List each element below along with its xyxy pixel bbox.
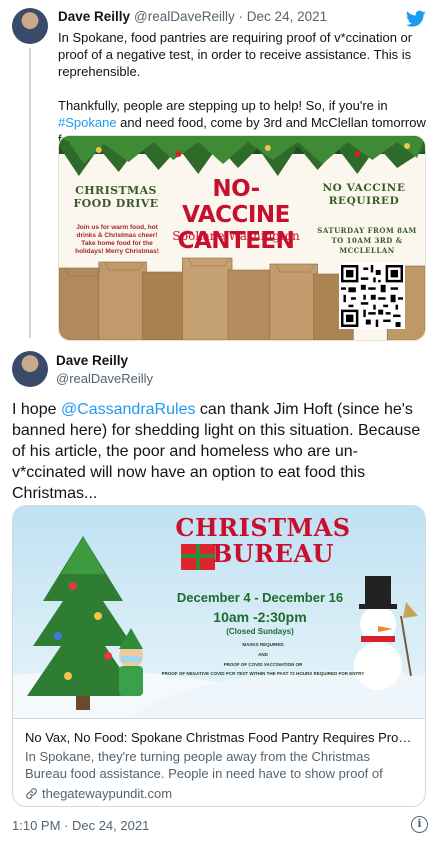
link-preview-card[interactable]: CHRISTMAS BUREAU December 4 - December 1… xyxy=(12,505,426,807)
card-image-closed: (Closed Sundays) xyxy=(226,627,294,636)
card-description: In Spokane, they're turning people away … xyxy=(25,749,383,781)
flyer-city: Spokane Washington xyxy=(172,229,300,243)
card-image-and: AND xyxy=(258,652,268,657)
tweet-text: I hope @CassandraRules can thank Jim Hof… xyxy=(12,401,421,502)
quoted-tweet[interactable]: Dave Reilly @realDaveReilly · Dec 24, 202… xyxy=(0,0,438,345)
card-domain-text: thegatewaypundit.com xyxy=(42,786,173,801)
quoted-tweet-header: Dave Reilly @realDaveReilly · Dec 24, 202… xyxy=(58,9,328,24)
author-handle[interactable]: @realDaveReilly xyxy=(134,9,235,24)
card-image-time: 10am -2:30pm xyxy=(213,609,307,625)
card-image-title-line2: BUREAU xyxy=(211,539,334,568)
card-image-title-line1: CHRISTMAS xyxy=(175,513,351,542)
author-handle[interactable]: @realDaveReilly xyxy=(56,371,153,386)
flyer-right-title: NO VACCINE REQUIRED xyxy=(322,182,406,207)
quoted-tweet-text: In Spokane, food pantries are requiring … xyxy=(58,29,426,148)
tweet-paragraph: In Spokane, food pantries are requiring … xyxy=(58,30,413,79)
hashtag-link[interactable]: #Spokane xyxy=(58,115,117,130)
link-preview-image[interactable]: CHRISTMAS BUREAU December 4 - December 1… xyxy=(13,506,425,718)
pine-garland-icon xyxy=(59,136,425,176)
author-name[interactable]: Dave Reilly xyxy=(58,9,130,24)
thread-line xyxy=(29,48,31,338)
tweet-timestamp[interactable]: 1:10 PM · Dec 24, 2021 xyxy=(12,818,149,833)
link-icon xyxy=(26,788,37,799)
author-name[interactable]: Dave Reilly xyxy=(56,353,128,368)
flyer-left-title: CHRISTMAS FOOD DRIVE xyxy=(73,184,159,210)
card-image-proof1: PROOF OF COVID VACCINATION OR xyxy=(223,662,303,667)
info-icon[interactable]: i xyxy=(411,816,428,833)
mention-link[interactable]: @CassandraRules xyxy=(61,401,196,418)
avatar[interactable] xyxy=(12,351,48,387)
tweet-date[interactable]: Dec 24, 2021 xyxy=(247,9,327,24)
avatar[interactable] xyxy=(12,8,48,44)
card-image-dates: December 4 - December 16 xyxy=(176,590,344,605)
flyer-image[interactable]: CHRISTMAS FOOD DRIVE Join us for warm fo… xyxy=(58,135,426,341)
card-image-proof2: PROOF OF NEGATIVE COVID PCR TEST WITHIN … xyxy=(161,671,365,676)
link-preview-text[interactable]: No Vax, No Food: Spokane Christmas Food … xyxy=(13,718,425,806)
card-domain[interactable]: thegatewaypundit.com xyxy=(25,786,413,801)
qr-code-icon[interactable] xyxy=(339,263,405,329)
card-image-masks: MASKS REQUIRED xyxy=(242,642,284,647)
card-title[interactable]: No Vax, No Food: Spokane Christmas Food … xyxy=(25,729,413,746)
